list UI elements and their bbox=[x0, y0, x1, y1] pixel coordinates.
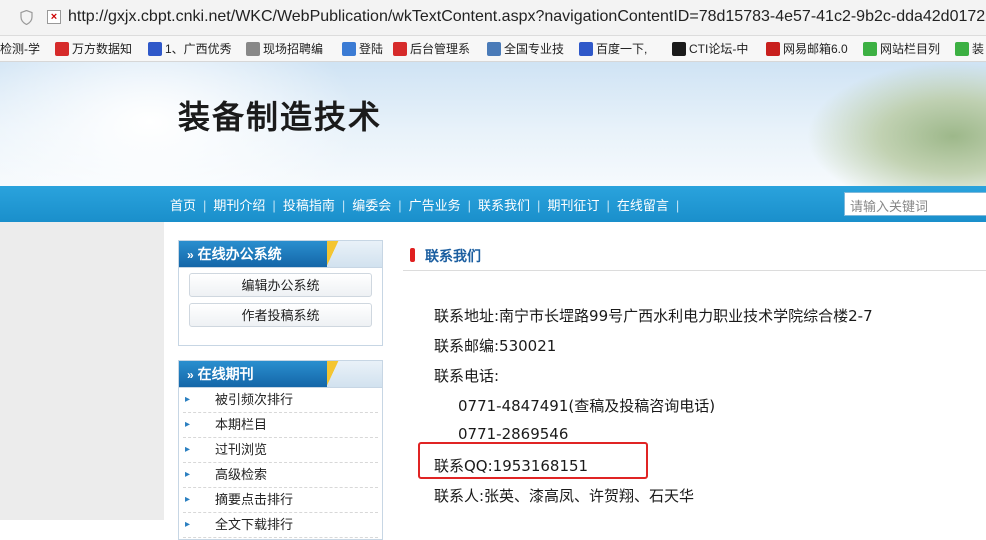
contact-person: 联系人:张英、漆高凤、许贺翔、石天华 bbox=[434, 487, 695, 505]
nav-item[interactable]: 期刊征订 bbox=[547, 198, 599, 213]
bookmark-label: 现场招聘编 bbox=[263, 42, 324, 56]
nav-item[interactable]: 首页 bbox=[170, 198, 196, 213]
bookmarks-bar: 检测-学 万方数据知 1、广西优秀 现场招聘编 登陆 后台管理系 全国专业技 百度一下, CTI… bbox=[0, 36, 986, 62]
contact-postcode: 联系邮编:530021 bbox=[434, 337, 557, 355]
swirl-icon bbox=[246, 42, 260, 56]
contact-phone-label: 联系电话: bbox=[434, 367, 500, 385]
nav-separator: | bbox=[341, 198, 346, 213]
double-chevron-icon: » bbox=[187, 368, 194, 382]
bookmark-item[interactable]: 装 bbox=[955, 40, 984, 58]
url-text[interactable]: http://gxjx.cbpt.cnki.net/WKC/WebPublica… bbox=[68, 8, 986, 26]
bookmark-item[interactable]: 网站栏目列 bbox=[863, 40, 940, 58]
nav-separator: | bbox=[537, 198, 541, 213]
nav-item[interactable]: 广告业务 bbox=[409, 198, 461, 213]
journal-panel-title: 在线期刊 bbox=[197, 366, 254, 382]
journal-list-label: 被引频次排行 bbox=[215, 392, 294, 407]
bookmark-label: 1、广西优秀 bbox=[165, 42, 232, 56]
bookmark-item[interactable]: 百度一下, bbox=[579, 40, 647, 58]
bullet-icon: ▸ bbox=[185, 519, 191, 530]
double-chevron-icon: » bbox=[187, 248, 194, 262]
bookmark-label: 检测-学 bbox=[0, 42, 40, 56]
bookmark-label: 网站栏目列 bbox=[880, 42, 941, 56]
journal-list-label: 本期栏目 bbox=[215, 417, 268, 432]
site-title: 装备制造技术 bbox=[178, 98, 383, 136]
nav-separator: | bbox=[203, 198, 207, 213]
journal-list-item[interactable]: ▸ 被引频次排行 bbox=[183, 388, 378, 413]
bookmark-item[interactable]: 现场招聘编 bbox=[246, 40, 323, 58]
bookmark-item[interactable]: 网易邮箱6.0 bbox=[766, 40, 848, 58]
bullet-icon: ▸ bbox=[185, 494, 191, 505]
nav-separator: | bbox=[467, 198, 472, 213]
office-panel-title: 在线办公系统 bbox=[197, 246, 282, 262]
journal-list-item[interactable]: ▸ 全文下载排行 bbox=[183, 513, 378, 538]
trees-decoration bbox=[806, 62, 986, 186]
bullet-icon: ▸ bbox=[185, 419, 191, 430]
w-icon bbox=[863, 42, 877, 56]
address-bar[interactable]: × http://gxjx.cbpt.cnki.net/WKC/WebPubli… bbox=[0, 0, 986, 36]
site-banner: 装备制造技术 bbox=[0, 62, 986, 186]
bookmark-label: 百度一下, bbox=[596, 42, 648, 56]
bookmark-item[interactable]: 1、广西优秀 bbox=[148, 40, 232, 58]
nav-item[interactable]: 期刊介绍 bbox=[213, 198, 265, 213]
main-nav: 首页 | 期刊介绍 | 投稿指南 | 编委会 | 广告业务 | 联系我们 | 期刊征订 | 在线留言 | 请输… bbox=[0, 186, 986, 222]
journal-list-label: 全文下载排行 bbox=[215, 517, 294, 532]
panel-accent bbox=[327, 361, 343, 387]
highlight-box bbox=[418, 442, 648, 479]
section-header: 联系我们 bbox=[403, 240, 986, 271]
bookmark-label: CTI论坛-中 bbox=[689, 42, 749, 56]
nav-separator: | bbox=[675, 198, 680, 213]
paw-icon bbox=[579, 42, 593, 56]
globe-icon bbox=[342, 42, 356, 56]
netease-icon bbox=[766, 42, 780, 56]
journal-list-item[interactable]: ▸ 本期栏目 bbox=[183, 413, 378, 438]
flag-icon bbox=[393, 42, 407, 56]
shield-icon bbox=[20, 10, 33, 25]
journal-list-label: 过刊浏览 bbox=[215, 442, 268, 457]
nav-separator: | bbox=[272, 198, 276, 213]
nav-separator: | bbox=[398, 198, 402, 213]
section-marker bbox=[410, 248, 415, 262]
section-title: 联系我们 bbox=[425, 248, 481, 264]
nav-item[interactable]: 编委会 bbox=[352, 198, 391, 213]
bookmark-label: 网易邮箱6.0 bbox=[783, 42, 848, 56]
bookmark-item[interactable]: 检测-学 bbox=[0, 40, 40, 58]
wanfang-icon bbox=[55, 42, 69, 56]
journal-list-item[interactable]: ▸ 摘要点击排行 bbox=[183, 488, 378, 513]
search-input[interactable]: 请输入关键词 bbox=[844, 192, 986, 216]
bookmark-item[interactable]: 登陆 bbox=[342, 40, 383, 58]
contact-phone-2: 0771-2869546 bbox=[458, 425, 569, 443]
journal-list-item[interactable]: ▸ 过刊浏览 bbox=[183, 438, 378, 463]
bookmark-item[interactable]: 全国专业技 bbox=[487, 40, 564, 58]
cti-icon bbox=[672, 42, 686, 56]
journal-list-label: 高级检索 bbox=[215, 467, 268, 482]
bookmark-label: 全国专业技 bbox=[504, 42, 565, 56]
bullet-icon: ▸ bbox=[185, 444, 191, 455]
office-panel: » 在线办公系统 编辑办公系统 作者投稿系统 bbox=[178, 240, 383, 346]
nav-separator: | bbox=[606, 198, 610, 213]
nav-item[interactable]: 联系我们 bbox=[478, 198, 530, 213]
bookmark-item[interactable]: 万方数据知 bbox=[55, 40, 132, 58]
contact-address: 联系地址:南宁市长堽路99号广西水利电力职业技术学院综合楼2-7 bbox=[434, 307, 873, 325]
bookmark-label: 登陆 bbox=[359, 42, 384, 56]
journal-list-label: 摘要点击排行 bbox=[215, 492, 294, 507]
bookmark-label: 装 bbox=[972, 42, 985, 56]
author-submission-button[interactable]: 作者投稿系统 bbox=[189, 303, 372, 327]
bullet-icon: ▸ bbox=[185, 469, 191, 480]
journal-list-item[interactable]: ▸ 高级检索 bbox=[183, 463, 378, 488]
bookmark-item[interactable]: 后台管理系 bbox=[393, 40, 470, 58]
contact-phone-1: 0771-4847491(查稿及投稿咨询电话) bbox=[458, 397, 716, 415]
nav-item[interactable]: 在线留言 bbox=[617, 198, 669, 213]
bookmark-item[interactable]: CTI论坛-中 bbox=[672, 40, 748, 58]
bullet-icon: ▸ bbox=[185, 394, 191, 405]
page-icon: × bbox=[47, 10, 61, 24]
paw-icon bbox=[148, 42, 162, 56]
globe-icon bbox=[487, 42, 501, 56]
bookmark-label: 万方数据知 bbox=[72, 42, 133, 56]
journal-panel: » 在线期刊 ▸ 被引频次排行 ▸ 本期栏目 ▸ 过刊浏览 ▸ 高级检索 ▸ 摘要点击排行 ▸ 全文下… bbox=[178, 360, 383, 540]
editor-office-button[interactable]: 编辑办公系统 bbox=[189, 273, 372, 297]
panel-accent bbox=[327, 241, 343, 267]
nav-item[interactable]: 投稿指南 bbox=[283, 198, 335, 213]
w-icon bbox=[955, 42, 969, 56]
bookmark-label: 后台管理系 bbox=[410, 42, 471, 56]
